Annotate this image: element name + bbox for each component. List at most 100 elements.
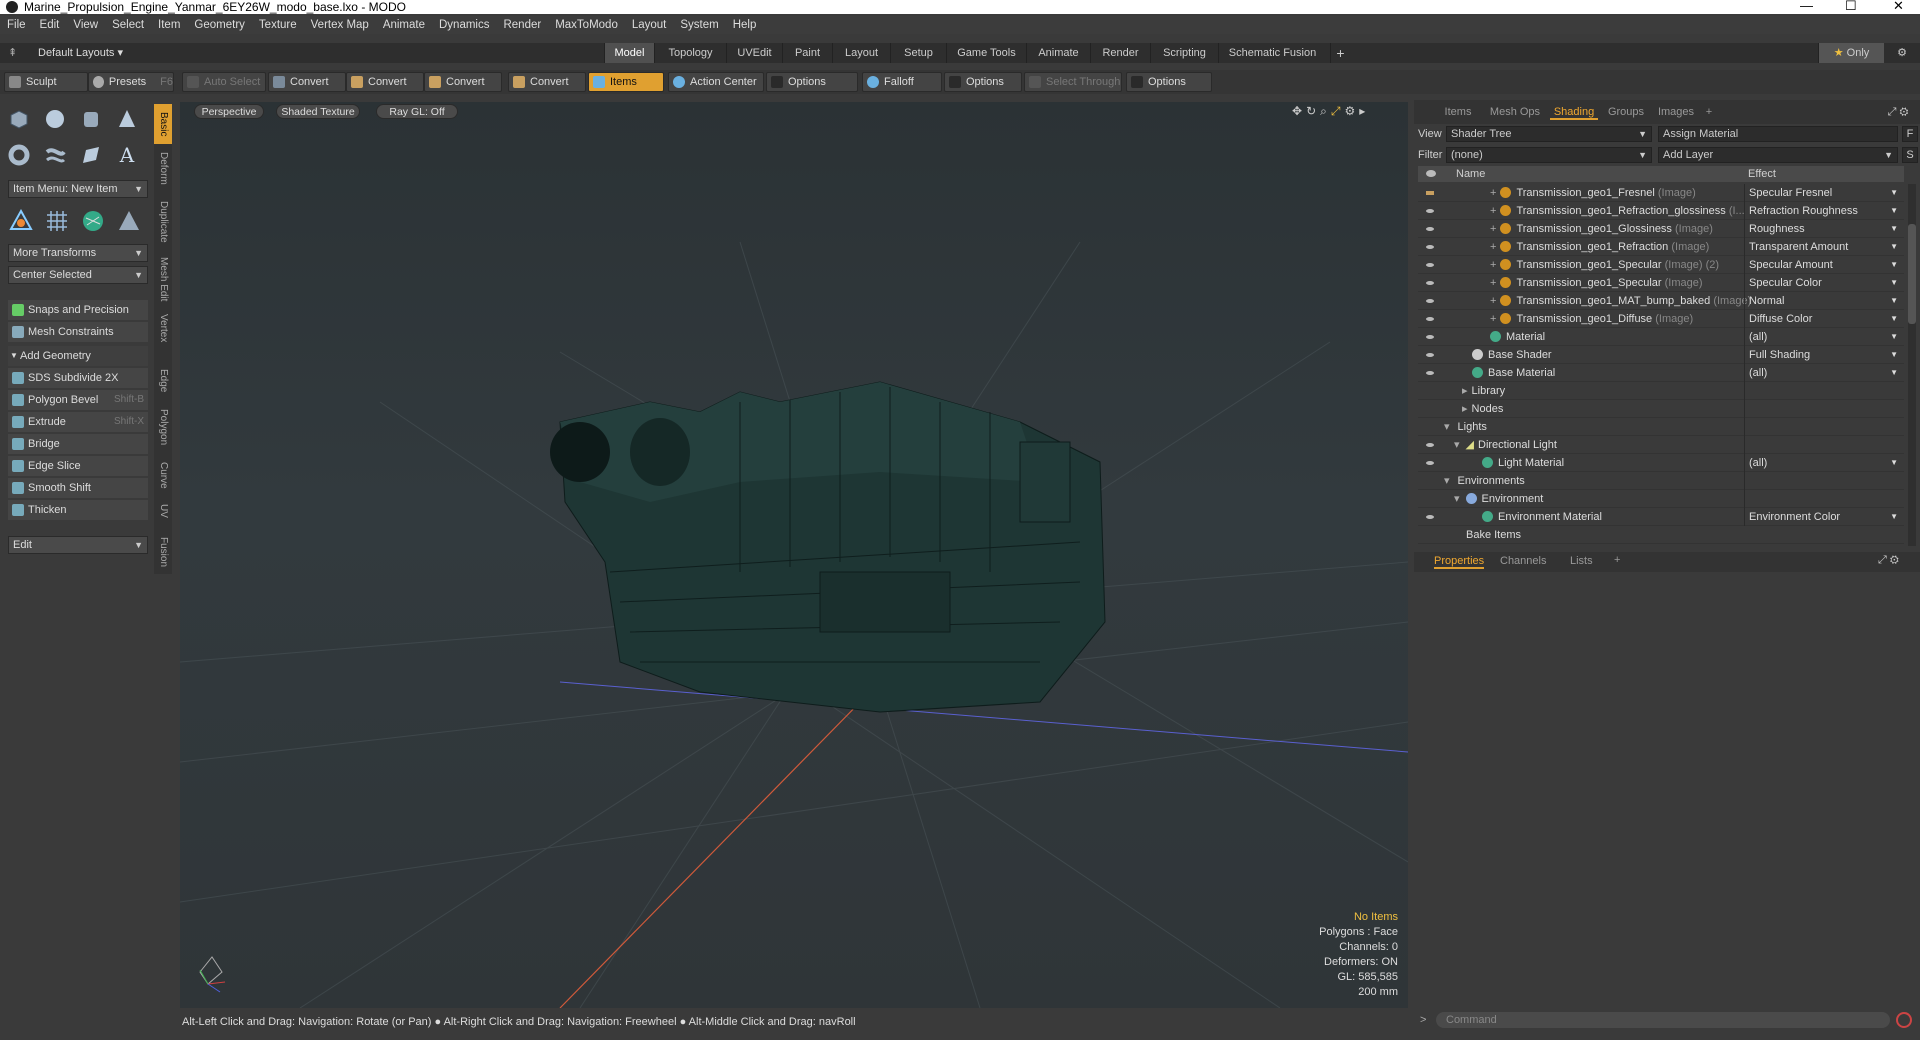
menu-item[interactable]: Item <box>151 19 187 31</box>
shading-mode-button[interactable]: Shaded Texture <box>276 104 360 119</box>
tab-layout[interactable]: Layout <box>832 43 890 63</box>
convert-button-3[interactable]: Convert <box>424 72 502 92</box>
expand-icon[interactable]: ▸ <box>1359 104 1369 118</box>
edit-dropdown[interactable]: Edit ▼ <box>8 536 148 554</box>
grid-icon[interactable] <box>42 206 72 236</box>
tube-icon[interactable] <box>40 140 70 170</box>
tab-lists[interactable]: Lists <box>1570 555 1593 567</box>
layout-selector[interactable]: Default Layouts ▾ <box>38 46 123 59</box>
pan-icon[interactable]: ✥ <box>1292 104 1306 118</box>
chevron-down-icon[interactable]: ▼ <box>1890 292 1898 310</box>
add-layer-dropdown[interactable]: Add Layer ▼ <box>1658 147 1898 163</box>
menu-animate[interactable]: Animate <box>376 19 432 31</box>
presets-button[interactable]: Presets F6 <box>88 72 174 92</box>
tree-row[interactable]: Bake Items <box>1418 526 1904 544</box>
sculpt-button[interactable]: Sculpt <box>4 72 88 92</box>
tab-channels[interactable]: Channels <box>1500 555 1546 567</box>
falloff-button[interactable]: Falloff <box>862 72 942 92</box>
tool-sds-subdivide[interactable]: SDS Subdivide 2X <box>8 368 148 388</box>
options-button-3[interactable]: Options <box>1126 72 1212 92</box>
assign-material-button[interactable]: Assign Material <box>1658 126 1898 142</box>
select-through-button[interactable]: Select Through <box>1024 72 1122 92</box>
tab-render[interactable]: Render <box>1090 43 1150 63</box>
chevron-down-icon[interactable]: ▼ <box>1890 328 1898 346</box>
vtab-polygon[interactable]: Polygon <box>154 404 172 450</box>
menu-file[interactable]: File <box>0 19 33 31</box>
tool-edge-slice[interactable]: Edge Slice <box>8 456 148 476</box>
tab-groups[interactable]: Groups <box>1604 104 1648 120</box>
torus-icon[interactable] <box>4 140 34 170</box>
chevron-down-icon[interactable]: ▼ <box>1890 184 1898 202</box>
chevron-down-icon[interactable]: ▼ <box>1890 508 1898 526</box>
item-menu-dropdown[interactable]: Item Menu: New Item ▼ <box>8 180 148 198</box>
tool-thicken[interactable]: Thicken <box>8 500 148 520</box>
tab-scripting[interactable]: Scripting <box>1150 43 1218 63</box>
tree-row[interactable]: ▾ ◢ Directional Light <box>1418 436 1904 454</box>
tab-uvedit[interactable]: UVEdit <box>726 43 782 63</box>
eye-icon[interactable] <box>1424 315 1436 323</box>
globe-icon[interactable] <box>78 206 108 236</box>
mesh-constraints-button[interactable]: Mesh Constraints <box>8 322 148 342</box>
panel-settings-icon[interactable]: ⤢ ⚙ <box>1878 104 1918 120</box>
eye-icon[interactable] <box>1424 441 1436 449</box>
expand-arrow-icon[interactable]: ▾ <box>1454 439 1460 451</box>
eye-icon[interactable] <box>1424 225 1436 233</box>
tree-row[interactable]: Material (all) ▼ <box>1418 328 1904 346</box>
close-icon[interactable]: ✕ <box>1893 0 1904 14</box>
rotate-icon[interactable]: ↻ <box>1306 104 1320 118</box>
minimize-icon[interactable]: — <box>1800 0 1813 13</box>
tool-bridge[interactable]: Bridge <box>8 434 148 454</box>
settings-icon[interactable]: ⚙ <box>1344 104 1359 118</box>
name-column-header[interactable]: Name <box>1456 166 1485 182</box>
menu-vertex-map[interactable]: Vertex Map <box>304 19 376 31</box>
add-tab-icon[interactable]: + <box>1614 554 1620 566</box>
snaps-precision-button[interactable]: Snaps and Precision <box>8 300 148 320</box>
tab-setup[interactable]: Setup <box>890 43 946 63</box>
pen-icon[interactable] <box>76 140 106 170</box>
menu-texture[interactable]: Texture <box>252 19 304 31</box>
menu-edit[interactable]: Edit <box>33 19 67 31</box>
brush-icon[interactable] <box>1424 189 1436 197</box>
eye-icon[interactable] <box>1424 333 1436 341</box>
s-button[interactable]: S <box>1902 147 1918 163</box>
tree-row[interactable]: Base Shader Full Shading ▼ <box>1418 346 1904 364</box>
cylinder-icon[interactable] <box>76 104 106 134</box>
raygl-button[interactable]: Ray GL: Off <box>376 104 458 119</box>
eye-icon[interactable] <box>1424 351 1436 359</box>
menu-render[interactable]: Render <box>496 19 548 31</box>
eye-icon[interactable] <box>1424 207 1436 215</box>
chevron-down-icon[interactable]: ▼ <box>1890 238 1898 256</box>
text-icon[interactable]: A <box>112 140 142 170</box>
tab-images[interactable]: Images <box>1654 104 1698 120</box>
chevron-down-icon[interactable]: ▼ <box>1890 364 1898 382</box>
more-transforms-dropdown[interactable]: More Transforms ▼ <box>8 244 148 262</box>
menu-layout[interactable]: Layout <box>625 19 674 31</box>
eye-icon[interactable] <box>1424 261 1436 269</box>
tab-topology[interactable]: Topology <box>654 43 726 63</box>
tab-paint[interactable]: Paint <box>782 43 832 63</box>
eye-icon[interactable] <box>1424 279 1436 287</box>
tree-row[interactable]: + Transmission_geo1_MAT_bump_baked (Image… <box>1418 292 1904 310</box>
zoom-icon[interactable]: ⌕ <box>1320 104 1331 118</box>
menu-dynamics[interactable]: Dynamics <box>432 19 496 31</box>
vtab-deform[interactable]: Deform <box>154 148 172 188</box>
menu-view[interactable]: View <box>66 19 105 31</box>
tool-smooth-shift[interactable]: Smooth Shift <box>8 478 148 498</box>
tool-extrude[interactable]: Extrude Shift-X <box>8 412 148 432</box>
center-selected-dropdown[interactable]: Center Selected ▼ <box>8 266 148 284</box>
chevron-down-icon[interactable]: ▼ <box>1890 256 1898 274</box>
tree-scrollbar[interactable] <box>1908 184 1916 546</box>
only-button[interactable]: ★ Only <box>1818 43 1884 63</box>
tree-row[interactable]: ▾ Lights <box>1418 418 1904 436</box>
add-tab-icon[interactable]: + <box>1702 104 1716 120</box>
tree-row[interactable]: + Transmission_geo1_Glossiness (Image) Rou… <box>1418 220 1904 238</box>
tree-row[interactable]: Light Material (all) ▼ <box>1418 454 1904 472</box>
convert-button-1[interactable]: Convert <box>268 72 346 92</box>
fit-icon[interactable]: ⤢ <box>1331 104 1345 118</box>
vtab-edge[interactable]: Edge <box>154 366 172 396</box>
tab-model[interactable]: Model <box>604 43 654 63</box>
vtab-duplicate[interactable]: Duplicate <box>154 196 172 248</box>
vtab-uv[interactable]: UV <box>154 500 172 522</box>
items-button[interactable]: Items <box>588 72 664 92</box>
tree-row[interactable]: Environment Material Environment Color ▼ <box>1418 508 1904 526</box>
